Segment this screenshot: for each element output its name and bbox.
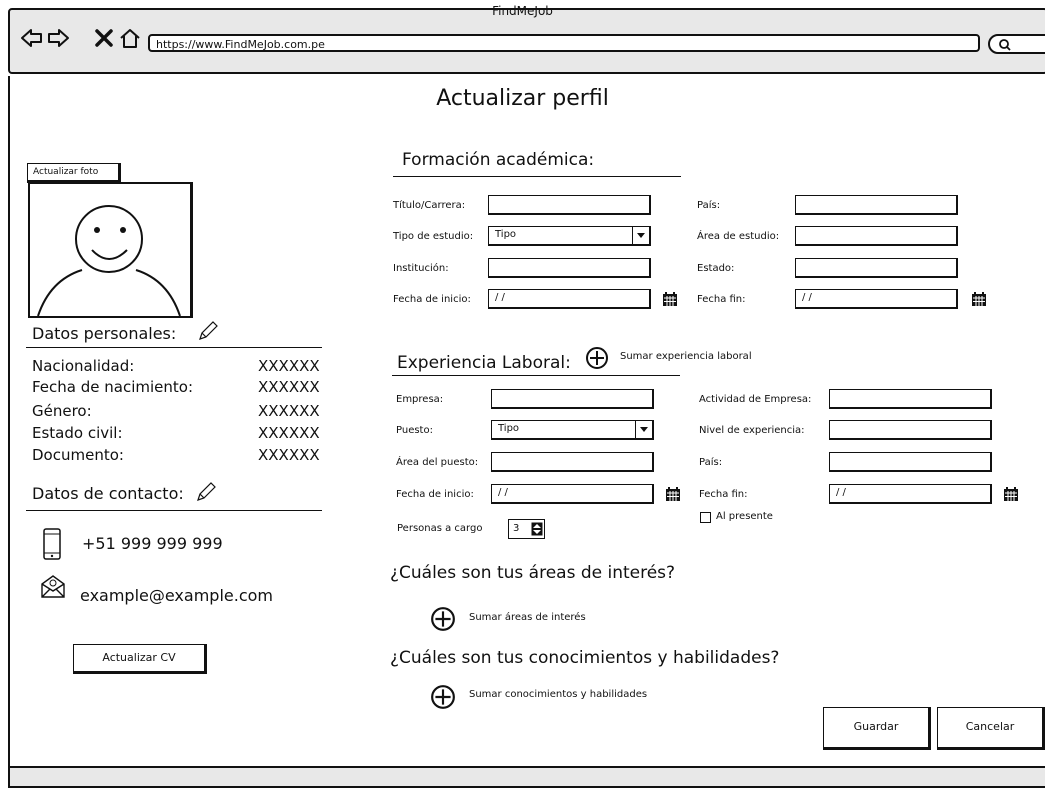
company-label: Empresa: — [396, 394, 444, 405]
end-date-input[interactable]: / / — [829, 484, 992, 504]
birthdate-value: XXXXXX — [258, 378, 320, 396]
start-date-label: Fecha de inicio: — [396, 489, 474, 500]
document-value: XXXXXX — [258, 446, 320, 464]
institution-label: Institución: — [393, 263, 449, 274]
email-address: example@example.com — [80, 586, 273, 605]
experience-level-label: Nivel de experiencia: — [699, 425, 805, 436]
mobile-phone-icon — [43, 528, 61, 560]
education-title: Formación académica: — [402, 150, 595, 170]
divider — [393, 176, 681, 177]
study-type-select[interactable]: Tipo — [488, 226, 651, 246]
people-in-charge-label: Personas a cargo — [397, 523, 483, 534]
start-date-input[interactable]: / / — [491, 484, 654, 504]
position-label: Puesto: — [396, 425, 433, 436]
gender-value: XXXXXX — [258, 402, 320, 420]
stepper-arrows-icon[interactable] — [531, 522, 543, 536]
calendar-icon[interactable] — [971, 291, 987, 307]
add-skills-link[interactable]: Sumar conocimientos y habilidades — [469, 689, 647, 700]
present-label: Al presente — [716, 511, 773, 522]
calendar-icon[interactable] — [665, 486, 681, 502]
cancel-button[interactable]: Cancelar — [937, 707, 1045, 750]
birthdate-label: Fecha de nacimiento: — [32, 378, 194, 396]
start-date-label: Fecha de inicio: — [393, 294, 471, 305]
nationality-label: Nacionalidad: — [32, 357, 135, 375]
add-circle-icon[interactable] — [585, 346, 609, 370]
update-cv-button[interactable]: Actualizar CV — [73, 644, 207, 674]
divider — [26, 510, 322, 511]
civil-status-label: Estado civil: — [32, 424, 123, 442]
document-label: Documento: — [32, 446, 124, 464]
contact-data-title: Datos de contacto: — [32, 484, 184, 503]
study-type-value: Tipo — [495, 229, 517, 240]
search-box[interactable] — [988, 34, 1045, 54]
forward-arrow-icon[interactable] — [46, 26, 70, 50]
phone-number: +51 999 999 999 — [82, 534, 223, 553]
position-value: Tipo — [498, 423, 520, 434]
interests-question: ¿Cuáles son tus áreas de interés? — [390, 563, 676, 583]
calendar-icon[interactable] — [662, 291, 678, 307]
pencil-icon[interactable] — [197, 320, 219, 342]
experience-title: Experiencia Laboral: — [397, 353, 571, 373]
study-area-input[interactable] — [795, 226, 958, 246]
skills-question: ¿Cuáles son tus conocimientos y habilida… — [390, 648, 780, 668]
status-label: Estado: — [697, 263, 735, 274]
pencil-icon[interactable] — [195, 481, 217, 503]
company-activity-input[interactable] — [829, 389, 992, 409]
divider — [26, 347, 322, 348]
position-area-label: Área del puesto: — [396, 457, 479, 468]
people-in-charge-value: 3 — [513, 523, 520, 534]
chevron-down-icon[interactable] — [635, 421, 652, 438]
calendar-icon[interactable] — [1003, 486, 1019, 502]
end-date-input[interactable]: / / — [795, 289, 958, 309]
study-area-label: Área de estudio: — [697, 231, 780, 242]
present-checkbox[interactable] — [700, 512, 711, 523]
url-bar[interactable]: https://www.FindMeJob.com.pe — [148, 34, 980, 52]
position-area-input[interactable] — [491, 452, 654, 472]
home-icon[interactable] — [118, 26, 142, 50]
update-photo-button[interactable]: Actualizar foto — [27, 163, 121, 183]
end-date-label: Fecha fin: — [699, 489, 748, 500]
study-type-label: Tipo de estudio: — [393, 231, 474, 242]
nationality-value: XXXXXX — [258, 357, 320, 375]
avatar-icon — [37, 205, 181, 317]
end-date-label: Fecha fin: — [697, 294, 746, 305]
country-input[interactable] — [829, 452, 992, 472]
country-input[interactable] — [795, 195, 958, 215]
civil-status-value: XXXXXX — [258, 424, 320, 442]
personal-data-title: Datos personales: — [32, 324, 177, 343]
back-arrow-icon[interactable] — [20, 26, 44, 50]
country-label: País: — [699, 457, 723, 468]
institution-input[interactable] — [488, 258, 651, 278]
profile-photo — [28, 182, 193, 318]
save-button[interactable]: Guardar — [823, 707, 931, 750]
career-label: Título/Carrera: — [393, 200, 466, 211]
close-icon[interactable] — [92, 26, 116, 50]
add-circle-icon[interactable] — [430, 606, 456, 632]
company-activity-label: Actividad de Empresa: — [699, 394, 812, 405]
people-in-charge-stepper[interactable]: 3 — [508, 519, 545, 539]
divider — [392, 375, 680, 376]
add-interests-link[interactable]: Sumar áreas de interés — [469, 612, 586, 623]
gender-label: Género: — [32, 402, 92, 420]
envelope-icon — [41, 575, 65, 598]
company-input[interactable] — [491, 389, 654, 409]
position-select[interactable]: Tipo — [491, 420, 654, 440]
country-label: País: — [697, 200, 721, 211]
career-input[interactable] — [488, 195, 651, 215]
chevron-down-icon[interactable] — [632, 227, 649, 244]
add-circle-icon[interactable] — [430, 684, 456, 710]
status-input[interactable] — [795, 258, 958, 278]
search-icon — [999, 39, 1011, 51]
start-date-input[interactable]: / / — [488, 289, 651, 309]
add-experience-link[interactable]: Sumar experiencia laboral — [620, 351, 752, 362]
page-title: Actualizar perfil — [436, 86, 609, 111]
experience-level-input[interactable] — [829, 420, 992, 440]
window-title: FindMeJob — [492, 4, 553, 18]
